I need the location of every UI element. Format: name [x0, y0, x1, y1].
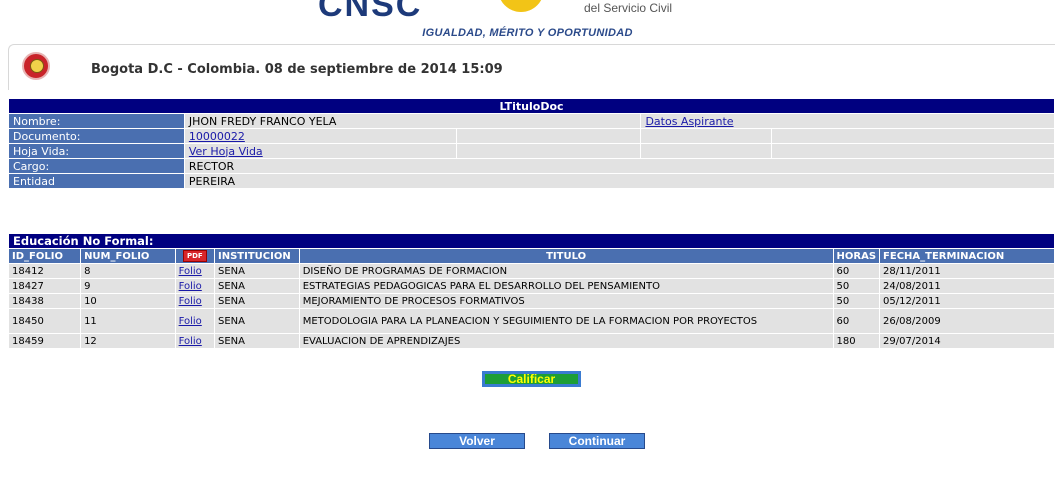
col-pdf: PDF: [174, 248, 216, 264]
empty-cell: [455, 128, 642, 144]
cell-num: 8: [80, 263, 176, 279]
cargo-value: RECTOR: [183, 158, 1055, 174]
cell-fecha: 28/11/2011: [879, 263, 1055, 279]
cell-inst: SENA: [214, 308, 300, 334]
documento-label: Documento:: [8, 128, 185, 144]
education-header-row: ID_FOLIO NUM_FOLIO PDF INSTITUCION TITUL…: [7, 248, 1055, 264]
motto: IGUALDAD, MÉRITO Y OPORTUNIDAD: [422, 27, 633, 39]
nombre-label: Nombre:: [8, 113, 185, 129]
calificar-button[interactable]: Calificar: [482, 371, 581, 387]
cell-horas: 60: [832, 308, 881, 334]
row-cargo: Cargo: RECTOR: [8, 158, 1055, 174]
folio-link[interactable]: Folio: [179, 296, 202, 307]
empty-cell: [455, 143, 642, 159]
cnsc-logo-text: CNSC: [318, 0, 423, 24]
folio-link[interactable]: Folio: [179, 316, 202, 327]
row-entidad: Entidad PEREIRA: [8, 173, 1055, 189]
cell-num: 9: [80, 278, 176, 294]
empty-cell: [640, 128, 773, 144]
col-titulo: TITULO: [298, 248, 834, 264]
cell-num: 10: [80, 293, 176, 309]
col-num-folio: NUM_FOLIO: [80, 248, 176, 264]
cell-id: 18459: [7, 333, 82, 349]
entidad-label: Entidad: [8, 173, 185, 189]
documento-link[interactable]: 10000022: [189, 130, 245, 143]
datos-aspirante-cell: Datos Aspirante: [640, 113, 1055, 129]
cell-folio: Folio: [174, 308, 216, 334]
cell-folio: Folio: [174, 293, 216, 309]
cell-fecha: 24/08/2011: [879, 278, 1055, 294]
page-banner: CNSC del Servicio Civil IGUALDAD, MÉRITO…: [0, 0, 1055, 44]
datos-aspirante-link[interactable]: Datos Aspirante: [645, 115, 733, 128]
cell-titulo: MEJORAMIENTO DE PROCESOS FORMATIVOS: [298, 293, 834, 309]
hoja-vida-cell: Ver Hoja Vida: [183, 143, 457, 159]
col-id-folio: ID_FOLIO: [7, 248, 82, 264]
folio-link[interactable]: Folio: [179, 281, 202, 292]
cell-num: 12: [80, 333, 176, 349]
cell-horas: 60: [832, 263, 881, 279]
volver-button[interactable]: Volver: [429, 433, 525, 449]
cell-horas: 180: [832, 333, 881, 349]
ver-hoja-vida-link[interactable]: Ver Hoja Vida: [189, 145, 263, 158]
continuar-button[interactable]: Continuar: [549, 433, 645, 449]
col-institucion: INSTITUCION: [214, 248, 300, 264]
entidad-value: PEREIRA: [183, 173, 1055, 189]
cell-fecha: 29/07/2014: [879, 333, 1055, 349]
empty-cell: [771, 143, 1055, 159]
header-panel: Bogota D.C - Colombia. 08 de septiembre …: [8, 44, 1055, 90]
col-fecha: FECHA_TERMINACION: [879, 248, 1055, 264]
colombia-seal-icon: [22, 52, 50, 80]
cell-titulo: ESTRATEGIAS PEDAGOGICAS PARA EL DESARROL…: [298, 278, 834, 294]
applicant-info-table: LTituloDoc Nombre: JHON FREDY FRANCO YEL…: [8, 98, 1055, 189]
logo-subtext: del Servicio Civil: [584, 1, 673, 15]
cell-folio: Folio: [174, 263, 216, 279]
pdf-icon: PDF: [182, 250, 207, 262]
table-row: 18412 8 Folio SENA DISEÑO DE PROGRAMAS D…: [7, 263, 1055, 279]
col-horas: HORAS: [832, 248, 881, 264]
row-hoja-vida: Hoja Vida: Ver Hoja Vida: [8, 143, 1055, 159]
cell-fecha: 26/08/2009: [879, 308, 1055, 334]
row-documento: Documento: 10000022: [8, 128, 1055, 144]
cell-horas: 50: [832, 293, 881, 309]
cell-titulo: DISEÑO DE PROGRAMAS DE FORMACION: [298, 263, 834, 279]
table-row: 18459 12 Folio SENA EVALUACION DE APREND…: [7, 333, 1055, 349]
cell-inst: SENA: [214, 293, 300, 309]
cell-horas: 50: [832, 278, 881, 294]
cargo-label: Cargo:: [8, 158, 185, 174]
education-table: Educación No Formal: ID_FOLIO NUM_FOLIO …: [7, 233, 1055, 349]
cell-inst: SENA: [214, 333, 300, 349]
folio-link[interactable]: Folio: [179, 266, 202, 277]
cell-fecha: 05/12/2011: [879, 293, 1055, 309]
cell-id: 18450: [7, 308, 82, 334]
hoja-vida-label: Hoja Vida:: [8, 143, 185, 159]
cell-num: 11: [80, 308, 176, 334]
education-caption: Educación No Formal:: [8, 233, 1055, 249]
cell-inst: SENA: [214, 278, 300, 294]
cell-id: 18438: [7, 293, 82, 309]
cell-titulo: METODOLOGIA PARA LA PLANEACION Y SEGUIMI…: [298, 308, 834, 334]
documento-value-cell: 10000022: [183, 128, 457, 144]
cell-id: 18412: [7, 263, 82, 279]
logo-sun-icon: [498, 0, 544, 12]
date-line: Bogota D.C - Colombia. 08 de septiembre …: [91, 62, 503, 77]
row-nombre: Nombre: JHON FREDY FRANCO YELA Datos Asp…: [8, 113, 1055, 129]
folio-link[interactable]: Folio: [179, 336, 202, 347]
table-row: 18450 11 Folio SENA METODOLOGIA PARA LA …: [7, 308, 1055, 334]
nombre-value: JHON FREDY FRANCO YELA: [183, 113, 642, 129]
cell-id: 18427: [7, 278, 82, 294]
table-row: 18427 9 Folio SENA ESTRATEGIAS PEDAGOGIC…: [7, 278, 1055, 294]
empty-cell: [640, 143, 773, 159]
cell-titulo: EVALUACION DE APRENDIZAJES: [298, 333, 834, 349]
info-title: LTituloDoc: [8, 98, 1055, 114]
cell-inst: SENA: [214, 263, 300, 279]
cell-folio: Folio: [174, 333, 216, 349]
cell-folio: Folio: [174, 278, 216, 294]
table-row: 18438 10 Folio SENA MEJORAMIENTO DE PROC…: [7, 293, 1055, 309]
empty-cell: [771, 128, 1055, 144]
